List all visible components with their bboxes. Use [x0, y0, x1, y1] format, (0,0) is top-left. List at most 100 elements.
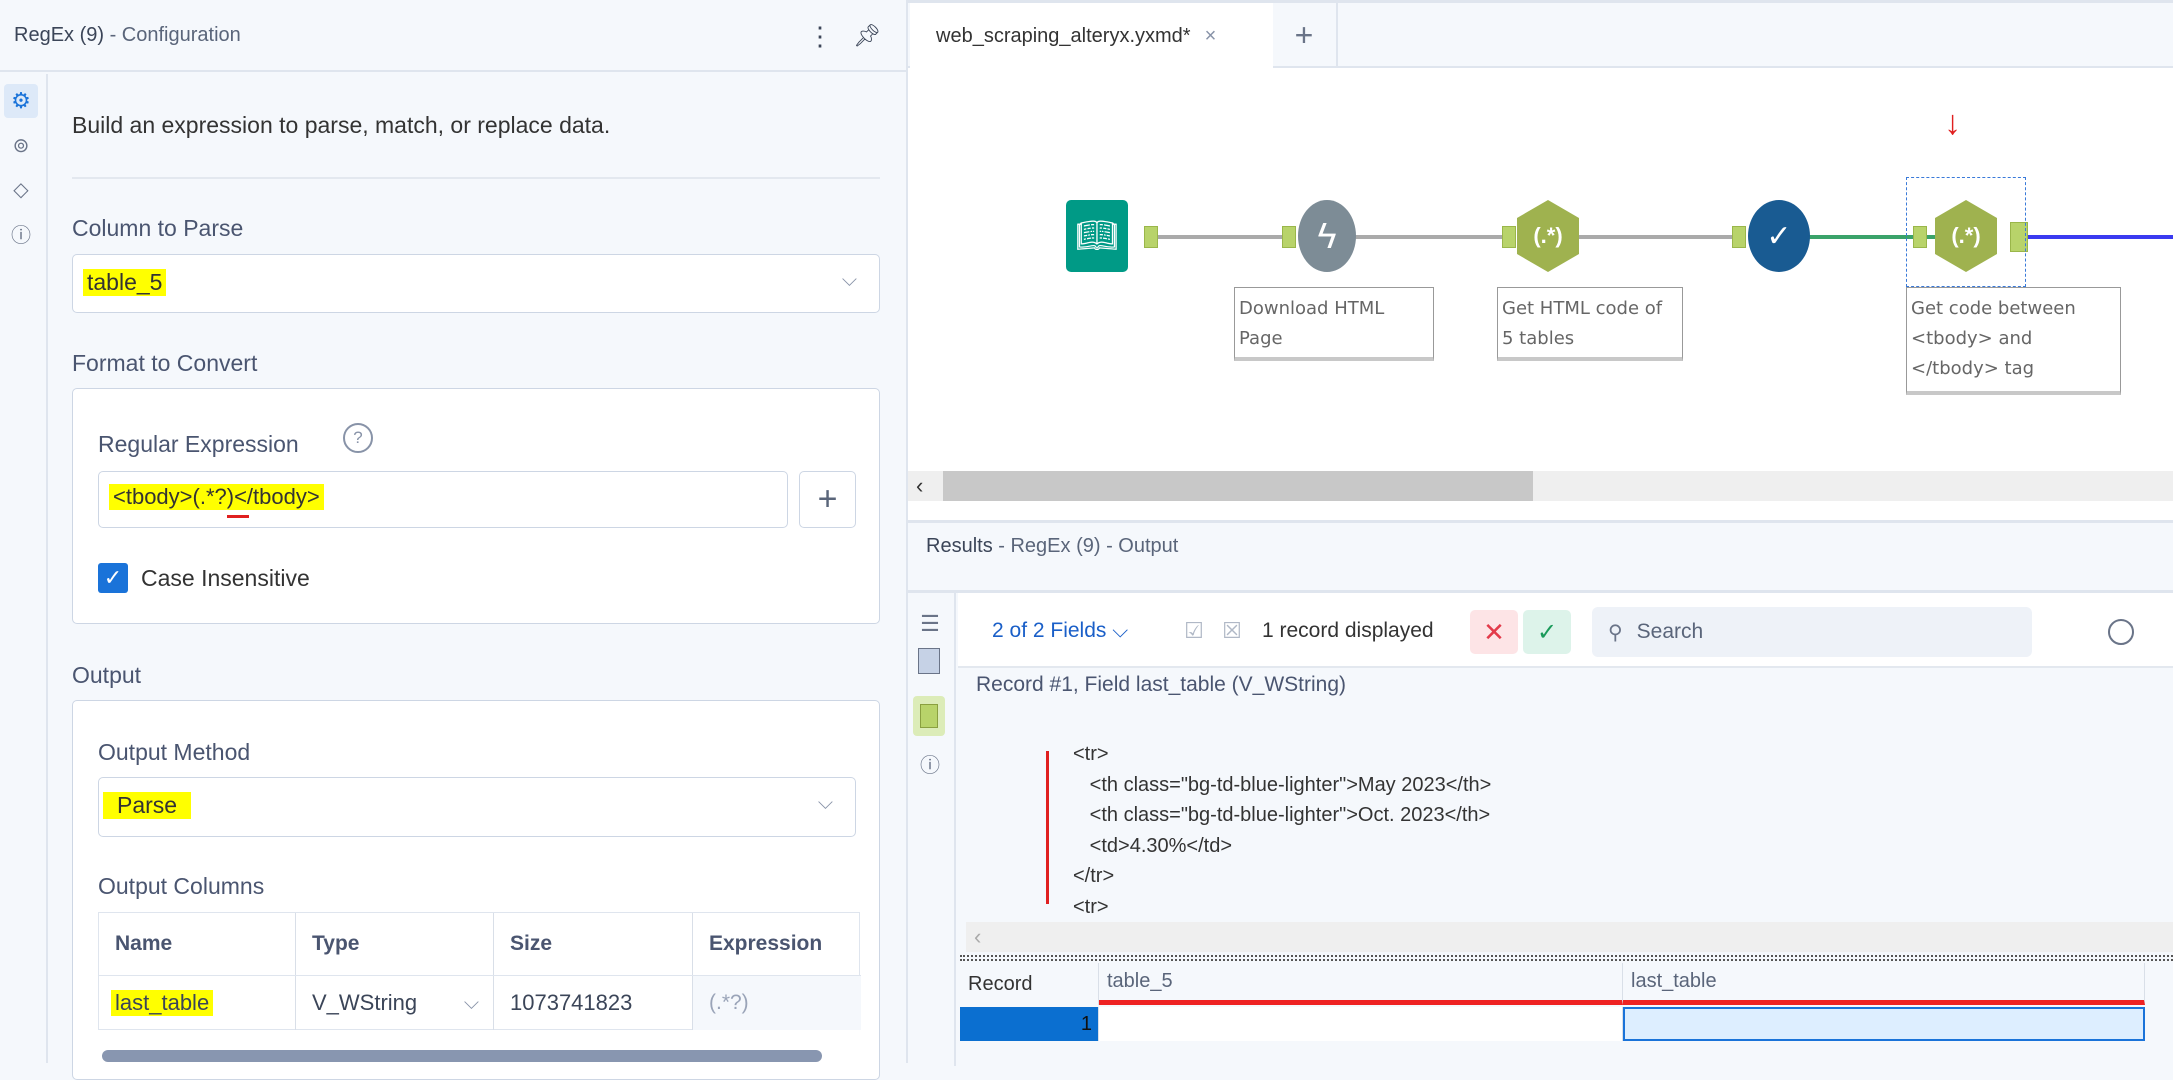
output-anchor[interactable] [1144, 226, 1158, 248]
scrollbar-thumb[interactable] [943, 471, 1533, 501]
type-value: V_WString [312, 990, 418, 1015]
fields-dropdown[interactable]: 2 of 2 Fields ⌵ [992, 619, 1128, 643]
results-side-strip: ☰ ⓘ [908, 593, 956, 1066]
results-title: Results [926, 534, 993, 557]
horizontal-scrollbar[interactable] [102, 1050, 822, 1062]
tool-annotation: Get code between <tbody> and </tbody> ta… [1906, 287, 2121, 395]
column-to-parse-value: table_5 [83, 269, 167, 296]
regex-input[interactable]: <tbody>(.*?)</tbody> [98, 471, 788, 528]
output-method-select[interactable]: Parse ⌵ [98, 777, 856, 837]
code-line: <tr> [1073, 895, 1109, 918]
code-line: </tr> [1073, 865, 1115, 887]
data-cleansing-tool[interactable]: ✓ [1748, 200, 1810, 272]
radio-option[interactable] [2108, 619, 2134, 645]
cancel-button[interactable]: ✕ [1470, 610, 1518, 654]
name-value: last_table [111, 990, 214, 1016]
expression-value: (.*?) [709, 991, 749, 1014]
table-row: last_table V_WString ⌵ 1073741823 (.*?) [99, 976, 861, 1030]
format-box: Regular Expression ? <tbody>(.*?)</tbody… [72, 388, 880, 624]
table-5-cell[interactable] [1099, 1007, 1623, 1041]
output-box: Output Method Parse ⌵ Output Columns Nam… [72, 700, 880, 1080]
cell-value-viewer: <tr> <th class="bg-td-blue-lighter">May … [1073, 739, 1491, 922]
panel-title-suffix: - Configuration [109, 23, 241, 46]
size-cell[interactable]: 1073741823 [494, 976, 693, 1030]
tab-web-scraping[interactable]: web_scraping_alteryx.yxmd* × [910, 3, 1273, 70]
configuration-panel: RegEx (9) - Configuration ⋮ 📌︎ ⚙ ⊚ ◇ ⓘ B… [0, 0, 908, 1080]
connector [2026, 235, 2173, 239]
add-tab-button[interactable]: + [1272, 3, 1338, 68]
input-anchor[interactable] [1732, 226, 1746, 248]
more-options-icon[interactable]: ⋮ [807, 21, 833, 51]
viewer-horizontal-scrollbar[interactable]: ‹ [966, 922, 2173, 952]
help-icon[interactable]: ⓘ [4, 216, 38, 250]
workflow-area: web_scraping_alteryx.yxmd* × + 📖︎ ϟ (.*)… [908, 0, 2173, 520]
regex-add-button[interactable]: + [799, 471, 856, 528]
search-input[interactable]: ⚲ Search [1592, 607, 2032, 657]
side-icon-strip: ⚙ ⊚ ◇ ⓘ [0, 74, 48, 1063]
description: Build an expression to parse, match, or … [72, 112, 611, 138]
output-columns-table: Name Type Size Expression last_table V_W… [98, 912, 861, 1030]
output-anchor-icon[interactable] [913, 696, 945, 736]
close-tab-icon[interactable]: × [1205, 25, 1217, 48]
column-to-parse-select[interactable]: table_5 ⌵ [72, 254, 880, 313]
connector [1148, 235, 1288, 239]
list-view-icon[interactable]: ☰ [915, 609, 945, 639]
header-size: Size [494, 913, 693, 975]
header-last-table[interactable]: last_table [1623, 963, 2145, 1005]
apply-button[interactable]: ✓ [1523, 610, 1571, 654]
pin-icon[interactable]: 📌︎ [853, 22, 881, 50]
table-header: Name Type Size Expression [99, 913, 861, 976]
case-insensitive-checkbox[interactable]: ✓ [98, 563, 128, 593]
input-anchor[interactable] [1502, 226, 1516, 248]
tag-icon[interactable]: ◇ [4, 172, 38, 206]
canvas-horizontal-scrollbar[interactable]: ‹ [908, 471, 2173, 501]
metadata-icon[interactable] [918, 648, 940, 674]
results-toolbar: 2 of 2 Fields ⌵ ☑ ☒ 1 record displayed ✕… [958, 593, 2173, 668]
type-select[interactable]: V_WString ⌵ [296, 976, 494, 1030]
tool-annotation: Get HTML code of 5 tables [1497, 287, 1683, 361]
column-to-parse-label: Column to Parse [72, 215, 244, 241]
results-panel: Results - RegEx (9) - Output ☰ ⓘ 2 of 2 … [908, 520, 2173, 1066]
tool-annotation: Download HTML Page [1234, 287, 1434, 361]
input-data-tool[interactable]: 📖︎ [1066, 200, 1128, 272]
tab-label: web_scraping_alteryx.yxmd* [936, 25, 1191, 47]
chevron-down-icon: ⌵ [1112, 619, 1129, 642]
last-table-cell[interactable] [1623, 1007, 2145, 1041]
panel-title-tool: RegEx (9) [14, 23, 105, 46]
input-anchor[interactable] [1282, 226, 1296, 248]
record-number[interactable]: 1 [960, 1007, 1099, 1041]
scroll-left-icon[interactable]: ‹ [916, 473, 923, 499]
records-displayed: 1 record displayed [1262, 619, 1434, 642]
search-placeholder: Search [1636, 620, 1704, 643]
code-line: <td>4.30%</td> [1073, 834, 1233, 857]
chevron-down-icon: ⌵ [817, 792, 833, 814]
regex-label: Regular Expression [98, 431, 299, 457]
search-icon: ⚲ [1608, 621, 1623, 644]
select-all-checkbox-icon[interactable]: ☑ [1182, 617, 1206, 645]
header-expression: Expression [709, 932, 823, 955]
connection-icon[interactable]: ⊚ [4, 128, 38, 162]
splitter[interactable] [960, 955, 2173, 961]
format-to-convert-label: Format to Convert [72, 350, 258, 376]
regex-tool[interactable]: (.*) [1517, 200, 1579, 272]
chevron-down-icon: ⌵ [463, 991, 479, 1014]
annotation-arrow-icon: ↓ [1944, 104, 1961, 142]
code-line: <th class="bg-td-blue-lighter">May 2023<… [1073, 773, 1492, 796]
gear-icon[interactable]: ⚙ [4, 84, 38, 118]
results-grid: Record table_5 last_table 1 [960, 963, 2173, 1066]
output-columns-label: Output Columns [98, 873, 265, 899]
code-line: <tr> [1073, 743, 1109, 765]
deselect-all-checkbox-icon[interactable]: ☒ [1220, 617, 1244, 645]
results-subtitle: - RegEx (9) - Output [998, 534, 1179, 557]
expression-cell: (.*?) [693, 976, 861, 1030]
fields-label: 2 of 2 Fields [992, 619, 1107, 642]
download-tool[interactable]: ϟ [1298, 200, 1356, 272]
name-cell[interactable]: last_table [99, 976, 296, 1030]
help-icon[interactable]: ? [343, 423, 373, 453]
results-header: Results - RegEx (9) - Output [926, 531, 1178, 561]
help-icon[interactable]: ⓘ [915, 748, 945, 778]
output-method-value: Parse [103, 792, 192, 819]
regex-value: <tbody>(.*?)</tbody> [109, 484, 324, 510]
header-table-5[interactable]: table_5 [1099, 963, 1623, 1005]
scroll-left-icon[interactable]: ‹ [974, 924, 981, 950]
